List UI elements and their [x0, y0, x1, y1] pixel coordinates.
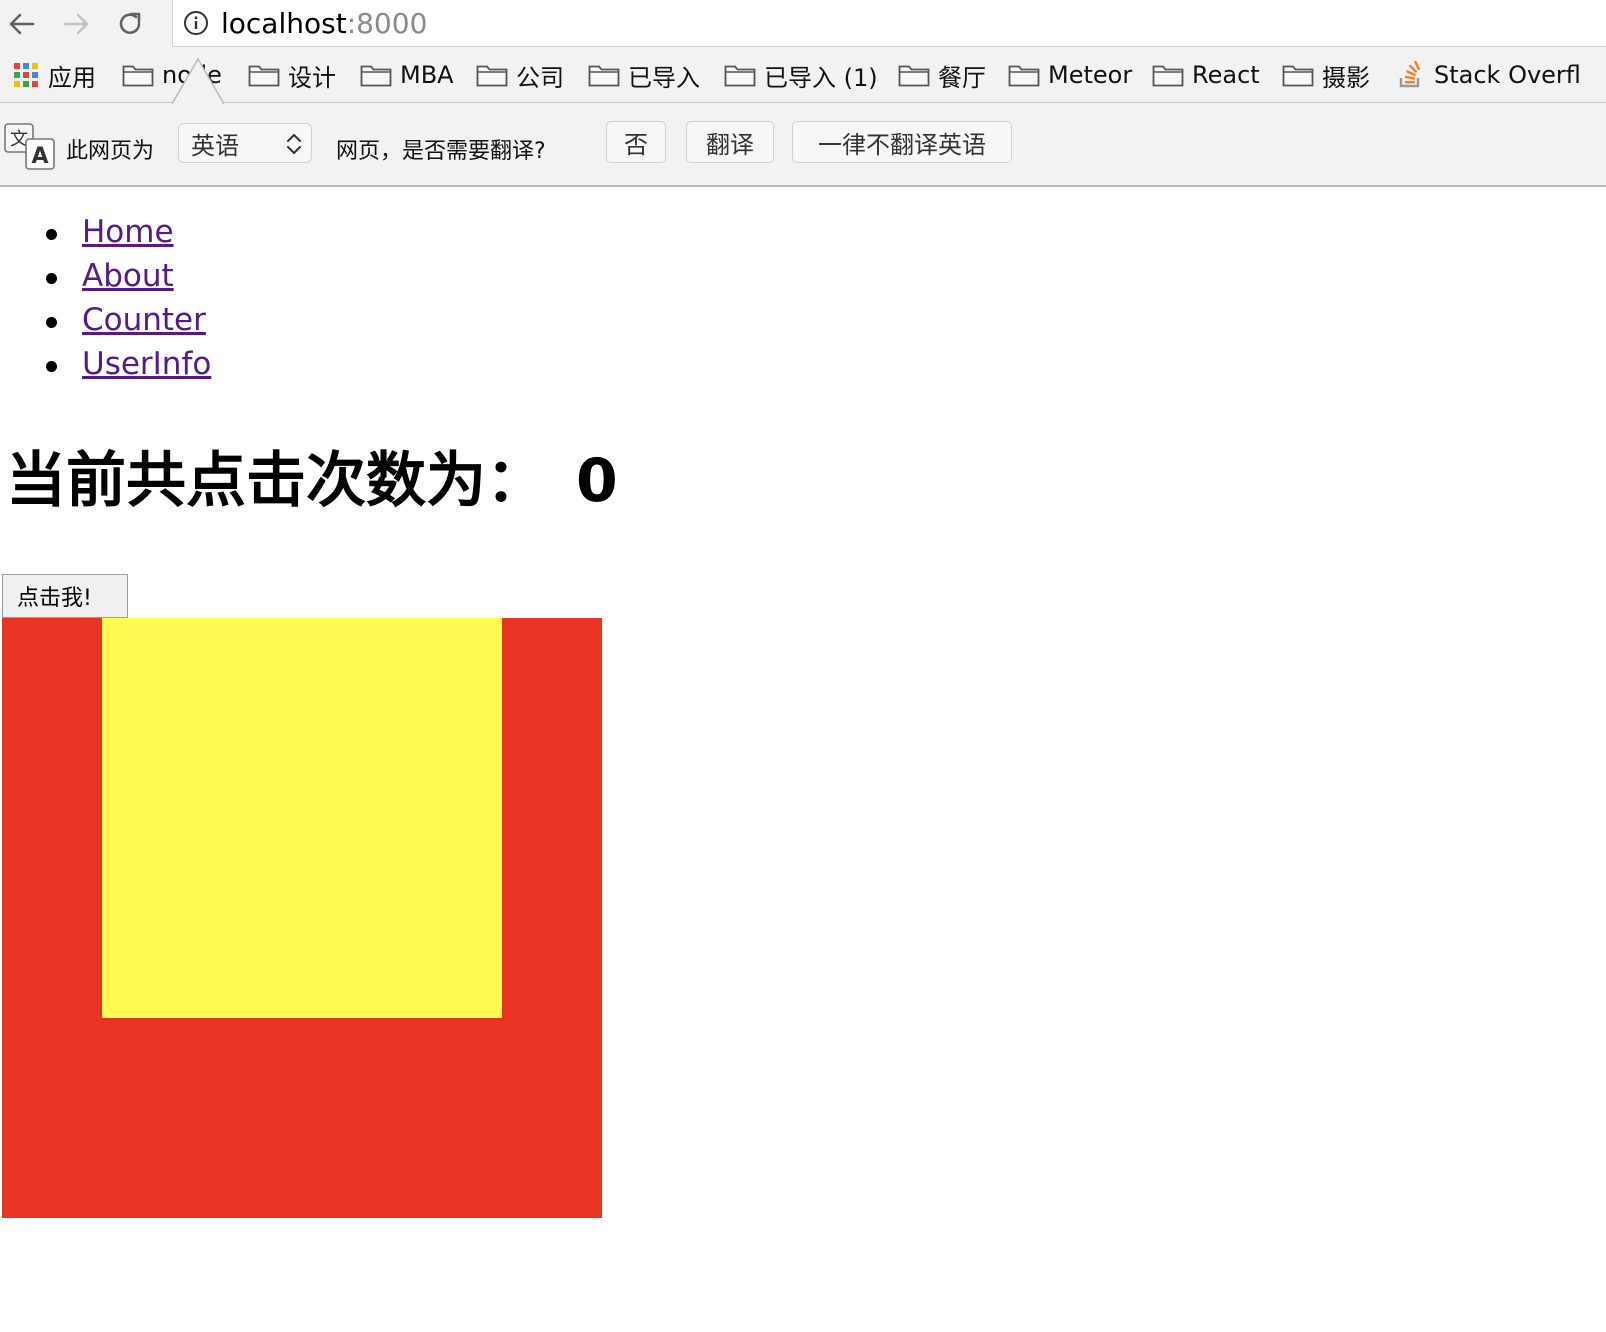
bookmark-folder-react[interactable]: React	[1152, 58, 1260, 92]
folder-icon	[476, 65, 508, 87]
folder-icon	[1152, 65, 1184, 87]
click-me-button[interactable]: 点击我!	[2, 574, 128, 618]
click-count-label: 当前共点击次数为：	[6, 446, 546, 516]
select-chevron-icon	[287, 134, 301, 154]
click-count-heading: 当前共点击次数为： 0	[6, 432, 618, 519]
translate-question: 网页，是否需要翻译?	[336, 139, 546, 164]
stackoverflow-icon	[1399, 61, 1421, 88]
bookmark-label: Meteor	[1048, 61, 1133, 89]
folder-icon	[360, 65, 392, 87]
bookmark-label: 已导入 (1)	[764, 63, 878, 92]
folder-icon	[588, 65, 620, 87]
bookmark-folder-company[interactable]: 公司	[476, 58, 564, 92]
folder-icon	[122, 65, 154, 87]
forward-arrow-icon	[63, 13, 89, 35]
url-host: localhost	[221, 6, 347, 40]
translate-button[interactable]: 翻译	[686, 121, 774, 163]
translate-infobar: 文 A 此网页为 英语 网页，是否需要翻译? 否 翻译 一律不翻译英语	[0, 103, 1606, 187]
bookmark-folder-mba[interactable]: MBA	[360, 58, 454, 92]
bookmark-label: 公司	[516, 63, 564, 92]
never-translate-button[interactable]: 一律不翻译英语	[792, 121, 1012, 163]
bookmark-label: Stack Overfl	[1434, 61, 1581, 89]
bullet-icon	[46, 273, 57, 284]
bookmark-label: React	[1192, 61, 1260, 89]
browser-toolbar: localhost:8000	[0, 0, 1606, 48]
forward-button[interactable]	[56, 4, 96, 44]
bookmarks-bar: 应用 node 设计 MBA 公司 已导入 已导入 (1) 餐厅 Meteor …	[0, 48, 1606, 103]
bullet-icon	[46, 317, 57, 328]
language-select[interactable]: 英语	[178, 123, 312, 163]
url-text: localhost:8000	[221, 7, 427, 40]
bookmark-label: 已导入	[628, 63, 700, 92]
translate-prefix: 此网页为	[66, 139, 155, 164]
apps-grid-icon	[14, 63, 38, 87]
translate-bubble-notch	[172, 57, 224, 105]
address-bar[interactable]: localhost:8000	[172, 0, 1606, 47]
bookmark-folder-imported-1[interactable]: 已导入 (1)	[724, 58, 878, 92]
folder-icon	[724, 65, 756, 87]
folder-icon	[898, 65, 930, 87]
folder-icon	[1008, 65, 1040, 87]
bookmark-apps[interactable]: 应用	[12, 58, 96, 92]
back-arrow-icon	[9, 13, 35, 35]
bookmark-folder-imported[interactable]: 已导入	[588, 58, 700, 92]
bookmark-folder-photography[interactable]: 摄影	[1282, 58, 1370, 92]
language-value: 英语	[191, 131, 239, 160]
reload-icon	[119, 12, 141, 34]
bookmark-label: 摄影	[1322, 63, 1370, 92]
bookmark-folder-restaurant[interactable]: 餐厅	[898, 58, 986, 92]
reload-button[interactable]	[110, 4, 150, 44]
bookmark-label: 应用	[48, 63, 96, 92]
bookmark-label: MBA	[400, 61, 454, 89]
outer-red-box	[2, 618, 602, 1218]
bookmark-label: 设计	[288, 63, 336, 92]
nav-link-userinfo[interactable]: UserInfo	[82, 342, 211, 386]
bookmark-folder-design[interactable]: 设计	[248, 58, 336, 92]
bullet-icon	[46, 361, 57, 372]
inner-yellow-box	[102, 618, 502, 1018]
nav-link-about[interactable]: About	[82, 254, 174, 298]
bookmark-stackoverflow[interactable]: Stack Overfl	[1398, 58, 1581, 92]
folder-icon	[1282, 65, 1314, 87]
back-button[interactable]	[2, 4, 42, 44]
translate-no-button[interactable]: 否	[606, 121, 666, 163]
nav-link-home[interactable]: Home	[82, 210, 174, 254]
bullet-icon	[46, 229, 57, 240]
url-port: :8000	[346, 6, 428, 40]
bookmark-label: 餐厅	[938, 63, 986, 92]
info-icon[interactable]	[183, 10, 209, 36]
folder-icon	[248, 65, 280, 87]
click-count-value: 0	[576, 446, 618, 516]
svg-text:A: A	[31, 144, 48, 169]
bookmark-folder-meteor[interactable]: Meteor	[1008, 58, 1132, 92]
nav-link-counter[interactable]: Counter	[82, 298, 206, 342]
translate-icon: 文 A	[4, 123, 55, 170]
